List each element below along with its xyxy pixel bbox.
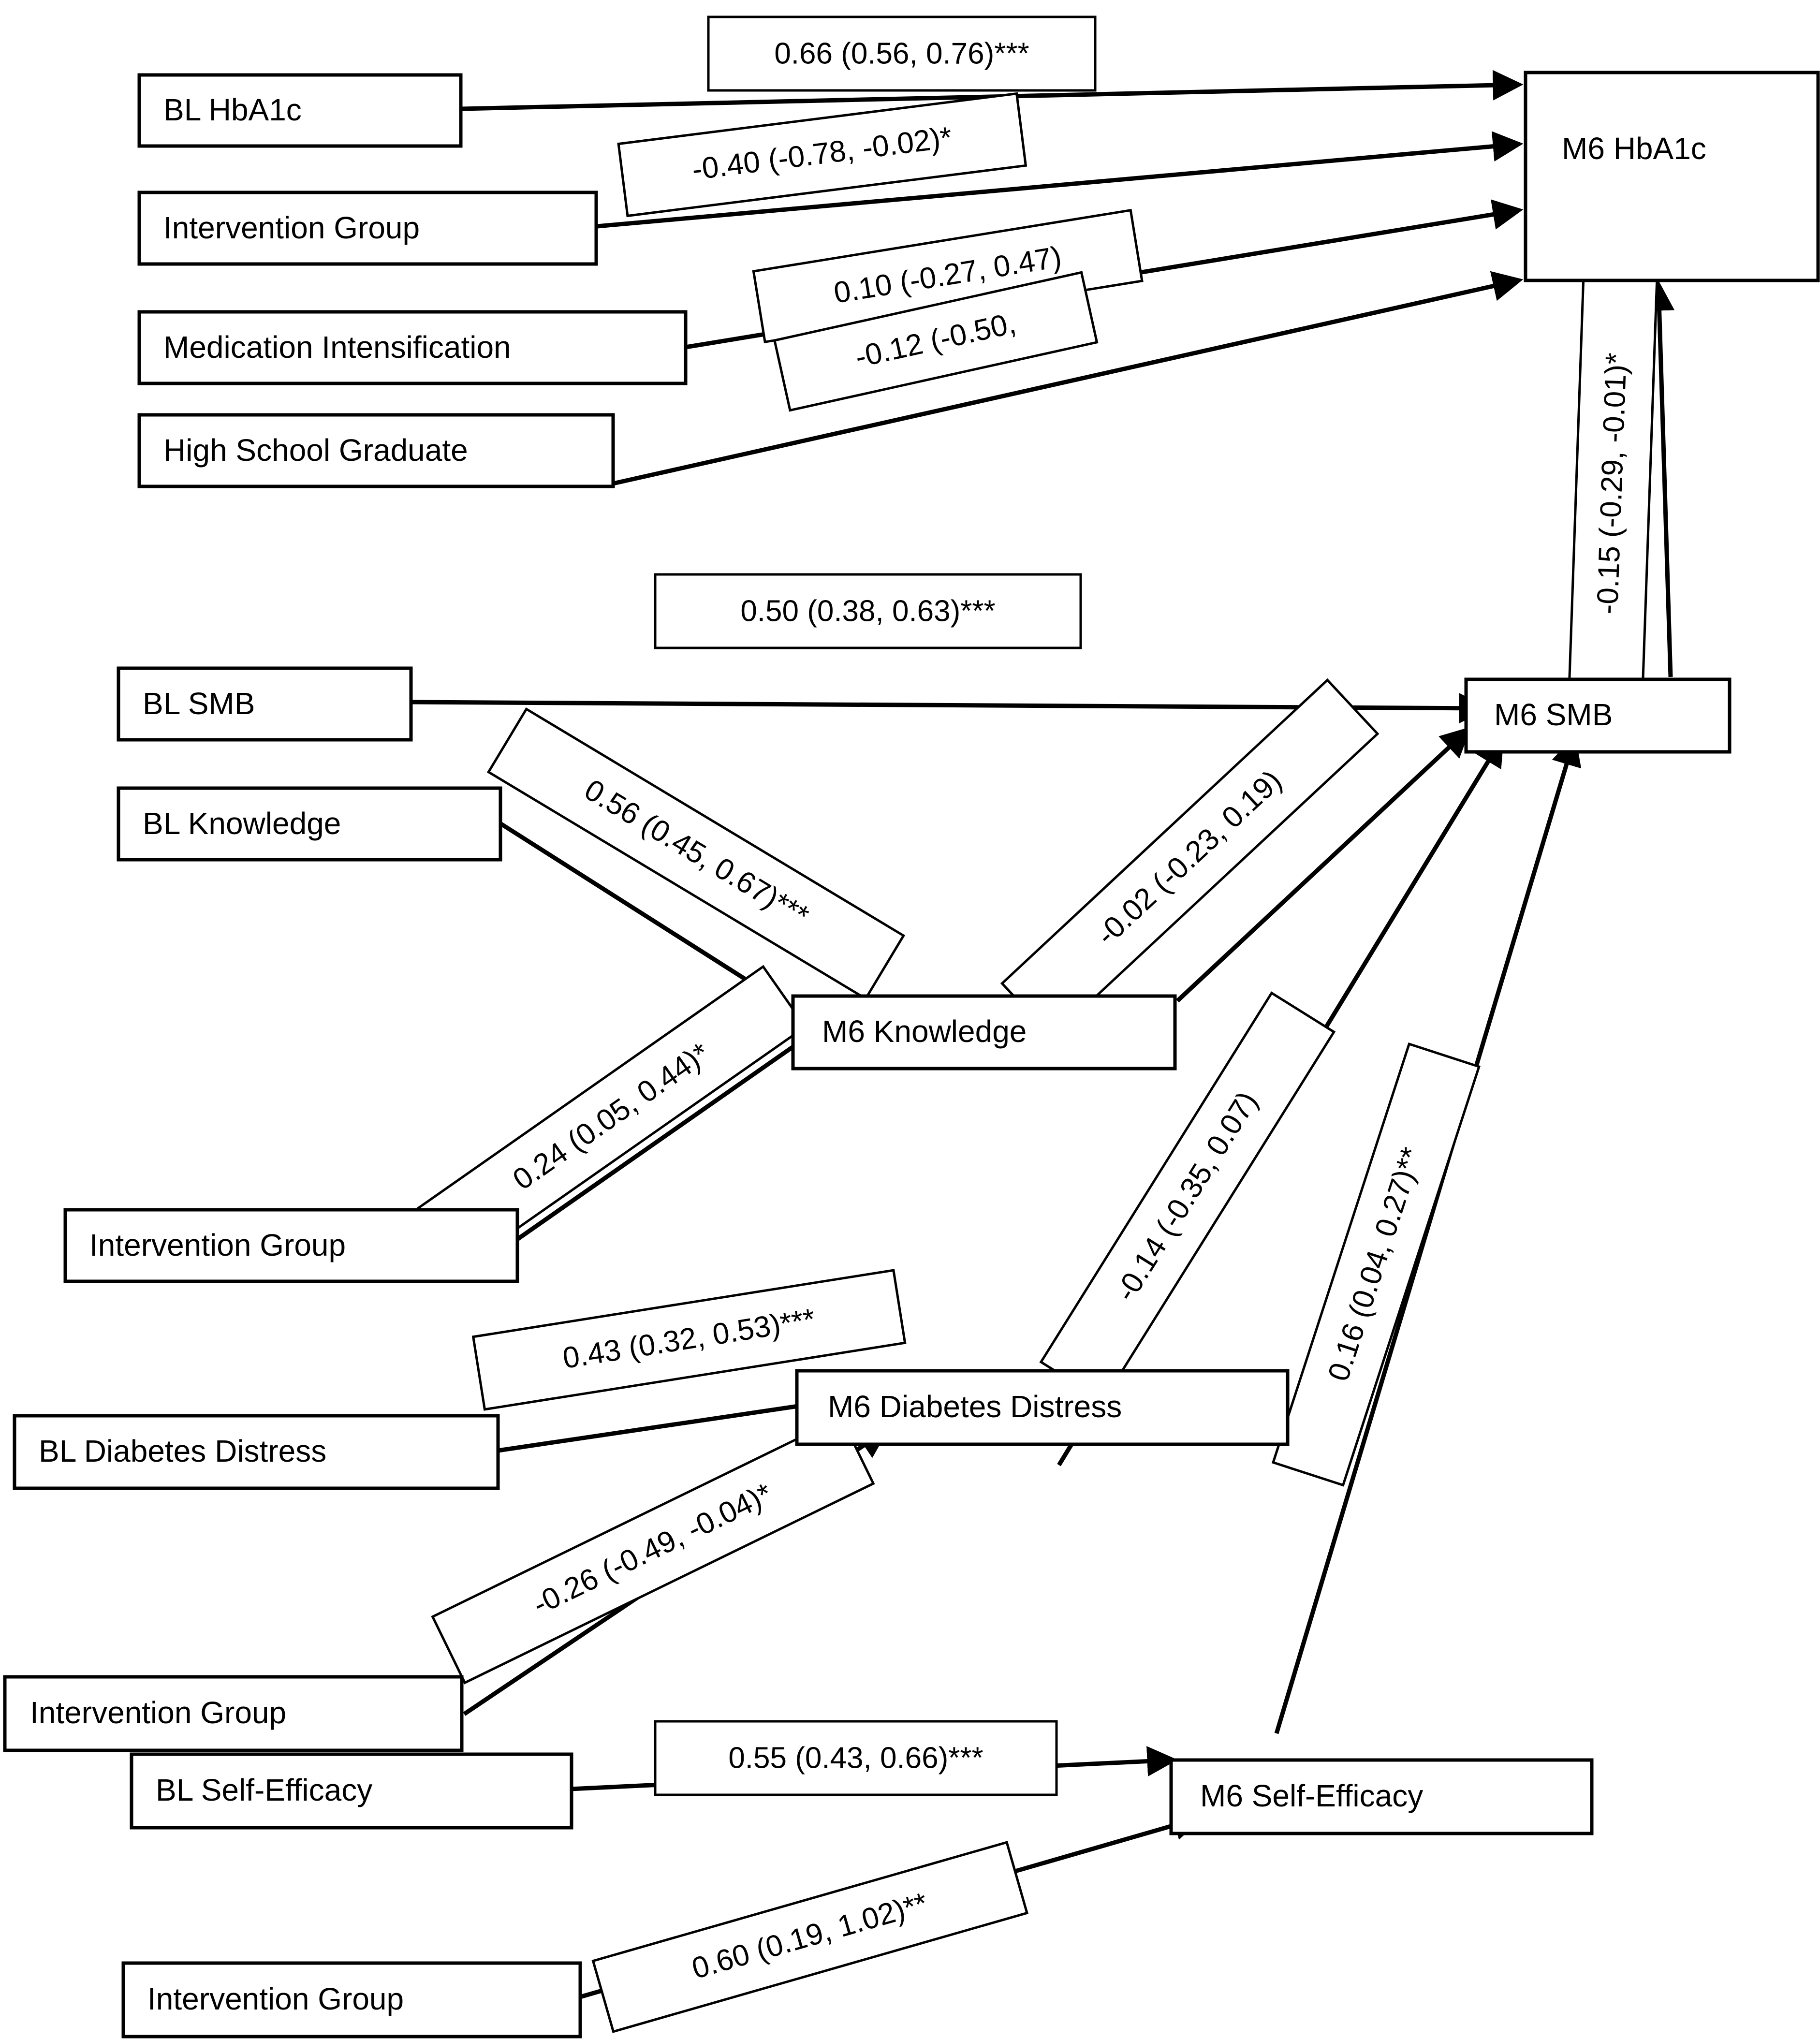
node-bl-self-efficacy[interactable]: BL Self-Efficacy (130, 1752, 573, 1830)
svg-text:High School Graduate: High School Graduate (163, 433, 468, 468)
edge-label-e14: 0.55 (0.43, 0.66)*** (654, 1720, 1058, 1796)
svg-text:BL HbA1c: BL HbA1c (163, 92, 302, 127)
node-high-school-graduate[interactable]: High School Graduate (137, 413, 615, 488)
node-m6-self-efficacy[interactable]: M6 Self-Efficacy (1169, 1758, 1594, 1835)
node-bl-knowledge[interactable]: BL Knowledge (117, 786, 502, 862)
node-m6-smb[interactable]: M6 SMB (1464, 677, 1732, 754)
svg-text:BL Diabetes Distress: BL Diabetes Distress (39, 1434, 326, 1468)
svg-text:BL Self-Efficacy: BL Self-Efficacy (156, 1773, 372, 1807)
svg-text:Intervention Group: Intervention Group (147, 1981, 404, 2016)
edge-label-e5: -0.15 (-0.29, -0.01)* (1567, 259, 1659, 708)
svg-text:Medication Intensification: Medication Intensification (163, 330, 511, 365)
svg-text:Intervention Group: Intervention Group (163, 210, 420, 245)
svg-text:BL SMB: BL SMB (143, 686, 255, 721)
node-m6-hba1c[interactable]: M6 HbA1c (1524, 71, 1820, 282)
edge-label-e6: 0.50 (0.38, 0.63)*** (654, 573, 1082, 649)
svg-text:BL Knowledge: BL Knowledge (143, 806, 341, 841)
node-intervention-group-3[interactable]: Intervention Group (3, 1675, 464, 1752)
node-medication-intensification[interactable]: Medication Intensification (137, 310, 688, 385)
path-diagram-svg: 0.66 (0.56, 0.76)*** -0.40 (-0.78, -0.02… (0, 0, 1820, 2039)
node-bl-smb[interactable]: BL SMB (117, 666, 413, 742)
svg-text:0.55 (0.43, 0.66)***: 0.55 (0.43, 0.66)*** (728, 1741, 983, 1775)
path-diagram-canvas: 0.66 (0.56, 0.76)*** -0.40 (-0.78, -0.02… (0, 0, 1820, 2039)
svg-text:M6 Diabetes Distress: M6 Diabetes Distress (828, 1389, 1122, 1424)
node-bl-hba1c[interactable]: BL HbA1c (137, 73, 463, 148)
svg-text:Intervention Group: Intervention Group (89, 1228, 346, 1262)
node-intervention-group-2[interactable]: Intervention Group (63, 1208, 519, 1283)
node-intervention-group-4[interactable]: Intervention Group (121, 1961, 582, 2039)
edge-label-e1: 0.66 (0.56, 0.76)*** (707, 15, 1097, 92)
svg-text:Intervention Group: Intervention Group (30, 1695, 286, 1730)
svg-text:0.50 (0.38, 0.63)***: 0.50 (0.38, 0.63)*** (740, 594, 995, 628)
svg-text:M6 SMB: M6 SMB (1494, 697, 1613, 732)
svg-text:M6 Self-Efficacy: M6 Self-Efficacy (1200, 1778, 1423, 1813)
node-m6-knowledge[interactable]: M6 Knowledge (791, 994, 1177, 1071)
node-bl-diabetes-distress[interactable]: BL Diabetes Distress (13, 1414, 500, 1490)
svg-text:M6 HbA1c: M6 HbA1c (1562, 131, 1706, 166)
node-m6-diabetes-distress[interactable]: M6 Diabetes Distress (795, 1369, 1290, 1446)
svg-text:M6 Knowledge: M6 Knowledge (822, 1014, 1027, 1049)
node-intervention-group-1[interactable]: Intervention Group (137, 191, 598, 266)
svg-text:0.66 (0.56, 0.76)***: 0.66 (0.56, 0.76)*** (774, 37, 1029, 70)
